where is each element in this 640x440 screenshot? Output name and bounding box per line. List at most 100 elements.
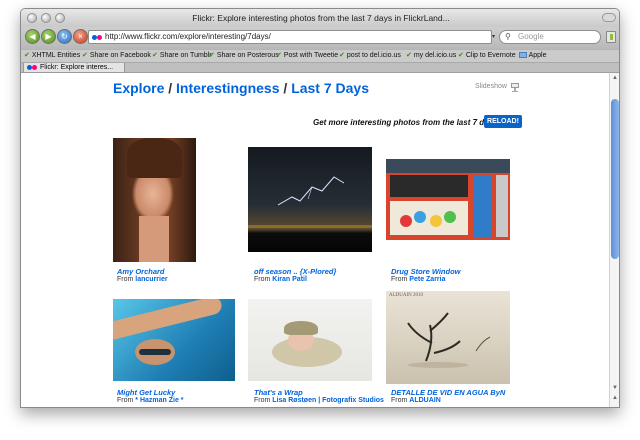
photo-thumbnail[interactable] — [113, 299, 235, 381]
photo-author: From Kiran Patil — [254, 276, 307, 283]
umbrella-shape — [444, 211, 456, 223]
bookmark-share-tumblr[interactable]: ✔ Share on Tumblr — [152, 50, 212, 62]
photo-thumbnail[interactable] — [248, 299, 372, 381]
photo-thumbnail[interactable] — [386, 159, 510, 240]
browser-toolbar: ◀ ▶ ↻ × http://www.flickr.com/explore/in… — [21, 27, 619, 49]
slideshow-link[interactable]: Slideshow — [475, 83, 507, 90]
browser-window: Flickr: Explore interesting photos from … — [20, 8, 620, 408]
photo-title[interactable]: Drug Store Window — [391, 267, 461, 276]
scroll-up-icon[interactable]: ▲ — [612, 75, 618, 81]
stop-icon: × — [78, 32, 83, 41]
photo-author: From ALDUAIN — [391, 397, 441, 404]
flickr-favicon — [92, 35, 102, 40]
author-link[interactable]: Lisa Røstøen | Fotografix Studios — [272, 397, 384, 404]
title-bar: Flickr: Explore interesting photos from … — [21, 9, 619, 27]
lightning-graphic — [248, 176, 372, 228]
checkmark-icon: ✔ — [152, 52, 158, 59]
reload-button[interactable]: ↻ — [57, 29, 72, 44]
reload-photos-button[interactable]: RELOAD! — [484, 115, 522, 128]
goggles-shape — [139, 349, 171, 355]
photo-title[interactable]: Might Get Lucky — [117, 388, 175, 397]
page-content: Explore / Interestingness / Last 7 Days … — [21, 73, 609, 407]
hair-shape — [127, 138, 182, 178]
umbrella-shape — [430, 215, 442, 227]
knit-hat-shape — [284, 321, 318, 335]
photo-title[interactable]: That's a Wrap — [254, 388, 303, 397]
page-menu-button[interactable] — [606, 31, 616, 43]
checkmark-icon: ✔ — [209, 52, 215, 59]
breadcrumb-interestingness[interactable]: Interestingness — [176, 80, 279, 96]
bookmark-share-facebook[interactable]: ✔ Share on Facebook — [82, 50, 151, 62]
leg-shape — [113, 299, 224, 342]
author-link[interactable]: lancurrier — [135, 276, 167, 283]
zoom-window-button[interactable] — [55, 13, 65, 23]
bookmark-post-tweetie[interactable]: ✔ Post with Tweetie — [276, 50, 338, 62]
tab-bar: Flickr: Explore interes... — [21, 62, 619, 73]
photo-author: From * Hazman Zie * — [117, 397, 184, 404]
page-title: Explore / Interestingness / Last 7 Days — [113, 80, 369, 96]
back-button[interactable]: ◀ — [25, 29, 40, 44]
bookmark-post-delicious[interactable]: ✔ post to del.icio.us — [339, 50, 401, 62]
neck-shape — [139, 216, 169, 262]
breadcrumb-separator: / — [164, 80, 177, 96]
scroll-up-small-icon[interactable]: ▲ — [612, 395, 618, 401]
checkmark-icon: ✔ — [339, 52, 345, 59]
bookmark-xhtml-entities[interactable]: ✔ XHTML Entities — [24, 50, 80, 62]
checkmark-icon: ✔ — [82, 52, 88, 59]
window-bottom-edge — [21, 407, 620, 408]
folder-icon — [519, 52, 527, 58]
photo-thumbnail[interactable] — [113, 138, 196, 262]
photo-thumbnail[interactable] — [248, 147, 372, 252]
umbrella-shape — [400, 215, 412, 227]
search-field[interactable]: ⚲ Google — [499, 30, 601, 44]
tab-flickr-explore[interactable]: Flickr: Explore interes... — [23, 63, 125, 73]
vertical-scrollbar[interactable]: ▲ ▼ ▲ — [609, 73, 619, 407]
bookmark-apple[interactable]: Apple — [519, 50, 546, 62]
close-window-button[interactable] — [27, 13, 37, 23]
checkmark-icon: ✔ — [458, 52, 464, 59]
minimize-window-button[interactable] — [41, 13, 51, 23]
photo-title[interactable]: Amy Orchard — [117, 267, 165, 276]
author-link[interactable]: * Hazman Zie * — [135, 397, 183, 404]
page-menu-icon — [610, 34, 613, 40]
author-link[interactable]: Kiran Patil — [272, 276, 307, 283]
photo-title[interactable]: DETALLE DE VID EN AGUA ByN — [391, 388, 505, 397]
forward-arrow-icon: ▶ — [45, 32, 52, 41]
author-link[interactable]: Pete Zarria — [409, 276, 445, 283]
tab-label: Flickr: Explore interes... — [40, 64, 114, 71]
flickr-favicon — [27, 65, 37, 70]
reload-icon: ↻ — [61, 32, 68, 41]
photo-title[interactable]: off season .. {X-Plored} — [254, 267, 336, 276]
bookmark-my-delicious[interactable]: ✔ my del.icio.us — [406, 50, 456, 62]
photo-author: From lancurrier — [117, 276, 168, 283]
wall-shape — [496, 175, 508, 237]
address-dropdown-icon[interactable]: ▾ — [492, 30, 497, 44]
search-icon: ⚲ — [505, 32, 511, 41]
url-text: http://www.flickr.com/explore/interestin… — [105, 32, 271, 41]
breadcrumb-separator: / — [279, 80, 292, 96]
window-title: Flickr: Explore interesting photos from … — [192, 13, 450, 23]
checkmark-icon: ✔ — [276, 52, 282, 59]
forward-button[interactable]: ▶ — [41, 29, 56, 44]
bookmark-clip-evernote[interactable]: ✔ Clip to Evernote — [458, 50, 516, 62]
slideshow-icon[interactable] — [510, 82, 520, 92]
checkmark-icon: ✔ — [406, 52, 412, 59]
author-link[interactable]: ALDUAIN — [409, 397, 441, 404]
search-placeholder: Google — [518, 32, 544, 41]
photo-author: From Pete Zarria — [391, 276, 446, 283]
breadcrumb-explore[interactable]: Explore — [113, 80, 164, 96]
stop-button[interactable]: × — [73, 29, 88, 44]
breadcrumb-last-7-days[interactable]: Last 7 Days — [291, 80, 369, 96]
photo-thumbnail[interactable]: ALDUAIN 2010 — [386, 291, 510, 384]
umbrella-shape — [414, 211, 426, 223]
awning-shape — [386, 159, 510, 173]
door-shape — [474, 175, 492, 237]
window-shape — [390, 175, 468, 197]
scrollbar-thumb[interactable] — [611, 99, 619, 259]
vine-graphic — [407, 312, 491, 368]
back-arrow-icon: ◀ — [29, 32, 36, 41]
bookmark-share-posterous[interactable]: ✔ Share on Posterous — [209, 50, 279, 62]
toolbar-toggle-button[interactable] — [602, 13, 616, 22]
address-bar[interactable]: http://www.flickr.com/explore/interestin… — [88, 30, 492, 44]
scroll-down-icon[interactable]: ▼ — [612, 385, 618, 391]
